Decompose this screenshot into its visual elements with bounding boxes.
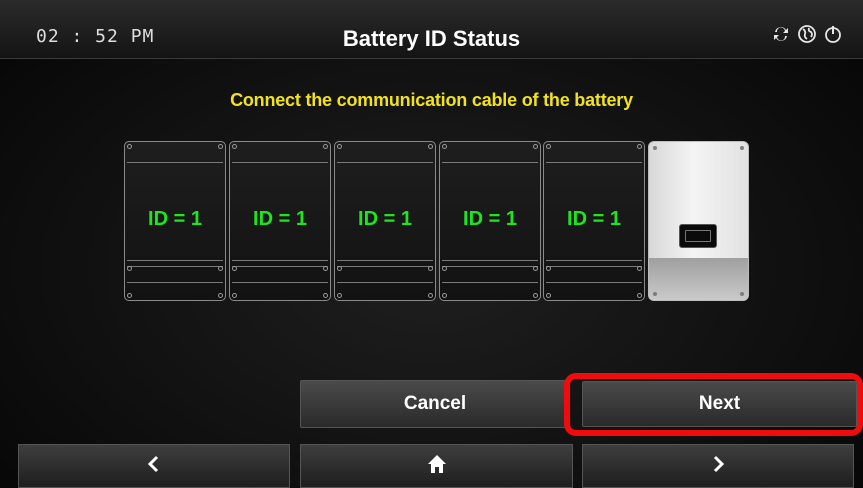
battery-id-label: ID = 1 <box>567 208 621 230</box>
chevron-left-icon <box>143 453 165 480</box>
page-title: Battery ID Status <box>342 26 521 51</box>
battery-id-label: ID = 1 <box>358 208 412 230</box>
top-bar: 02 : 52 PM Battery ID Status <box>0 0 863 59</box>
inverter-unit <box>648 141 749 301</box>
screen: 02 : 52 PM Battery ID Status Connect the… <box>0 0 863 488</box>
chevron-right-icon <box>707 453 729 480</box>
globe-icon <box>797 24 817 44</box>
battery-module: ID = 1 <box>439 141 541 301</box>
next-button[interactable]: Next <box>582 381 857 427</box>
back-button[interactable] <box>18 444 290 488</box>
home-icon <box>426 453 448 480</box>
battery-module: ID = 1 <box>334 141 436 301</box>
sync-icon <box>771 24 791 44</box>
battery-id-label: ID = 1 <box>148 208 202 230</box>
instruction-text: Connect the communication cable of the b… <box>230 90 633 110</box>
battery-id-label: ID = 1 <box>463 208 517 230</box>
forward-button[interactable] <box>582 444 854 488</box>
home-button[interactable] <box>300 444 573 488</box>
status-icons <box>771 24 843 44</box>
cancel-button[interactable]: Cancel <box>300 380 570 428</box>
battery-module: ID = 1 <box>543 141 645 301</box>
battery-id-label: ID = 1 <box>253 208 307 230</box>
inverter-display <box>679 224 717 248</box>
power-icon <box>823 24 843 44</box>
bottom-nav <box>0 444 863 488</box>
battery-module: ID = 1 <box>229 141 331 301</box>
battery-module: ID = 1 <box>124 141 226 301</box>
